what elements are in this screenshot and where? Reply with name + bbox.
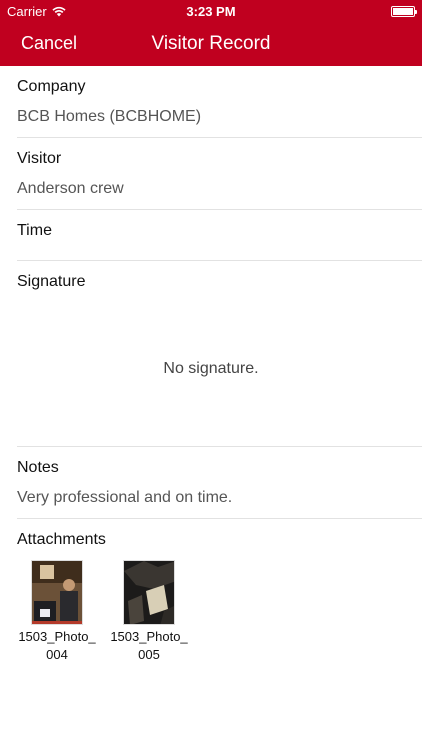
visitor-label: Visitor (17, 150, 62, 167)
visitor-section: Visitor Anderson crew (0, 138, 422, 210)
visitor-value: Anderson crew (17, 180, 124, 197)
attachment-name: 1503_Photo_005 (110, 629, 188, 662)
company-section: Company BCB Homes (BCBHOME) (0, 66, 422, 138)
attachment-name: 1503_Photo_004 (18, 629, 96, 662)
status-bar: Carrier 3:23 PM (0, 0, 422, 22)
status-right (391, 5, 417, 17)
photo-thumbnail (31, 560, 83, 625)
status-time: 3:23 PM (186, 3, 236, 19)
attachments-label: Attachments (17, 531, 106, 548)
no-signature-text: No signature. (163, 360, 259, 377)
time-label: Time (17, 222, 52, 239)
company-label: Company (17, 78, 86, 95)
battery-icon (391, 5, 417, 17)
signature-label: Signature (17, 273, 86, 290)
notes-label: Notes (17, 459, 59, 476)
time-section: Time (0, 210, 422, 261)
navigation-bar: Cancel Visitor Record (0, 22, 422, 66)
cancel-button[interactable]: Cancel (21, 33, 77, 54)
signature-section: Signature No signature. (0, 261, 422, 447)
attachment-item[interactable]: 1503_Photo_004 (12, 560, 102, 664)
company-value: BCB Homes (BCBHOME) (17, 108, 202, 125)
notes-value: Very professional and on time. (17, 489, 233, 506)
attachment-item[interactable]: 1503_Photo_005 (104, 560, 194, 664)
photo-thumbnail (123, 560, 175, 625)
attachments-section: Attachments 1503_Photo_004 1503_Photo_00… (0, 519, 422, 679)
notes-section: Notes Very professional and on time. (0, 447, 422, 519)
